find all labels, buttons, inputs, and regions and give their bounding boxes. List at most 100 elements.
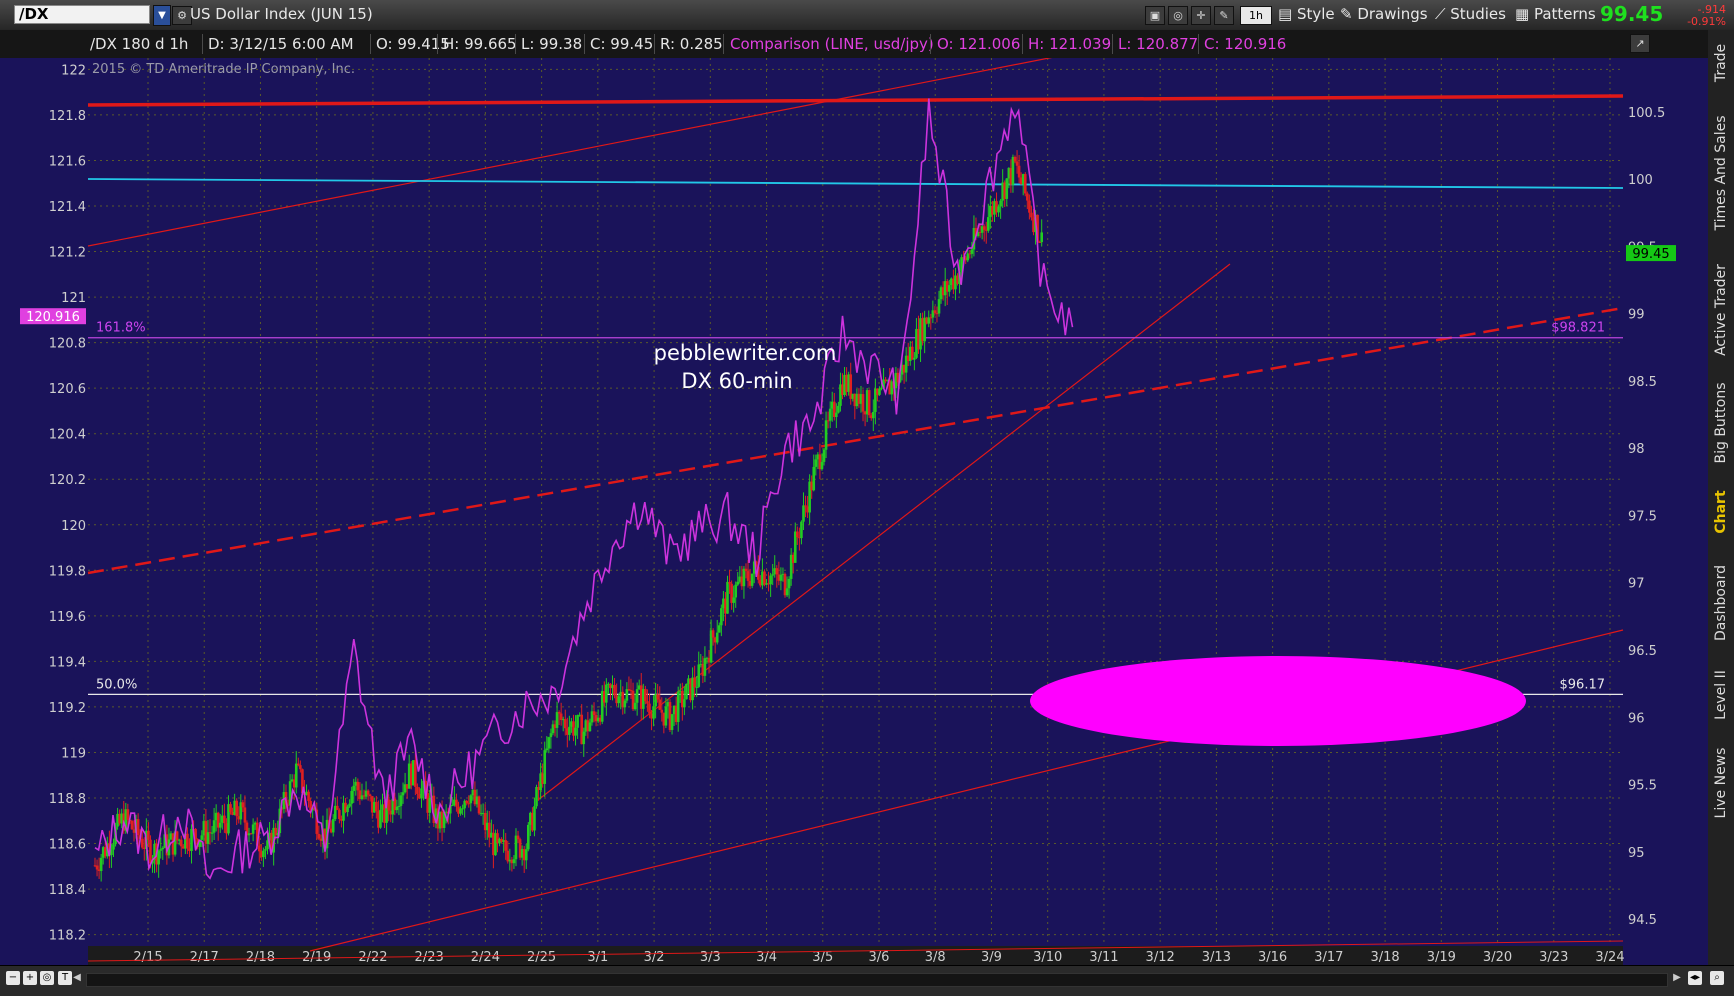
candle-body [401,792,405,796]
candle-body [588,722,592,732]
candle-body [658,699,662,710]
style-menu[interactable]: ▤ Style [1278,4,1335,24]
right-tick-label: 96.5 [1628,644,1657,659]
scroll-left-icon[interactable]: ◀ [70,971,84,985]
x-tick-label: 3/11 [1089,950,1118,965]
candle-body [726,581,729,614]
sidebar-tab-chart[interactable]: Chart [1708,482,1734,542]
candle-body [711,630,715,638]
comparison-label[interactable]: Comparison (LINE, usd/jpy) [730,34,934,54]
search-icon[interactable]: ⌕ [1710,971,1724,985]
candle-body [947,285,951,292]
candle-body [356,781,360,791]
candle-body [779,574,783,581]
candle-body [416,786,419,794]
period-button[interactable]: 1h [1240,6,1272,25]
zoom-range-icon[interactable]: ◂▸ [1688,971,1702,985]
x-tick-label: 3/23 [1539,950,1568,965]
separator [654,34,655,54]
candle-body [746,571,750,581]
bottom-toolbar: − + ◎ T ◀ ▶ ◂▸ ⌕ [0,965,1734,996]
candle-body [251,824,255,834]
candle-body [728,581,731,584]
separator [1198,34,1199,54]
last-price: 99.45 [1600,2,1664,26]
comparison-high: H: 121.039 [1028,35,1112,53]
target-ellipse[interactable] [1030,656,1526,746]
candle-body [368,794,372,797]
left-tick-label: 118.4 [49,883,86,898]
globe-icon[interactable]: ◎ [1168,6,1188,25]
candle-body [769,575,772,585]
pencil-icon: ✎ [1340,5,1358,23]
x-tick-label: 2/15 [133,950,162,965]
expand-icon[interactable]: ↗ [1630,34,1650,53]
x-tick-label: 3/10 [1033,950,1062,965]
symbol-dropdown-icon[interactable]: ▼ [153,5,171,26]
x-tick-label: 3/12 [1146,950,1175,965]
candle-body [130,820,134,830]
candle-body [814,459,818,467]
patterns-menu[interactable]: ▦ Patterns [1515,4,1596,24]
annotation-line-1: pebblewriter.com [654,341,837,365]
candle-body [703,658,707,676]
candle-body [693,677,696,688]
price-chart[interactable]: 2/152/172/182/192/222/232/242/253/13/23/… [0,58,1708,965]
quote-open: O: 99.415 [376,35,450,53]
studies-menu[interactable]: ⟋ Studies [1435,4,1506,24]
candle-body [800,521,803,539]
candle-body [1026,193,1029,201]
sidebar-tab-times-and-sales[interactable]: Times And Sales [1708,100,1734,245]
comparison-open: O: 121.006 [937,35,1021,53]
sidebar-tab-active-trader[interactable]: Active Trader [1708,255,1734,365]
left-tick-label: 119 [61,746,86,761]
candle-body [742,568,746,587]
candle-body [547,737,551,749]
comparison-price-marker: 120.916 [20,308,86,325]
zoom-in-icon[interactable]: + [23,971,37,985]
horizontal-scrollbar[interactable] [86,973,1668,987]
candle-body [543,750,547,784]
chart-window: /DX ▼ ⚙ US Dollar Index (JUN 15) ▣ ◎ ✛ ✎… [0,0,1734,996]
zoom-fit-icon[interactable]: ◎ [40,971,54,985]
sidebar-tab-level-ii[interactable]: Level II [1708,660,1734,730]
link-icon[interactable]: ⚙ [172,6,192,25]
camera-icon[interactable]: ▣ [1145,6,1165,25]
right-tick-label: 95.5 [1628,779,1657,794]
chart-spec[interactable]: /DX 180 d 1h [90,34,188,54]
candle-body [804,505,807,507]
right-tick-label: 100 [1628,173,1653,188]
left-tick-label: 121.2 [49,246,86,261]
candle-body [338,809,341,819]
fib-50-price: $96.17 [1560,677,1606,692]
symbol-input[interactable]: /DX [14,5,150,24]
separator [723,34,724,54]
quote-high: H: 99.665 [443,35,517,53]
sidebar-tab-live-news[interactable]: Live News [1708,740,1734,825]
sidebar-tab-big-buttons[interactable]: Big Buttons [1708,375,1734,470]
left-tick-label: 120.2 [49,473,86,488]
candle-body [467,803,471,805]
sidebar-tab-dashboard[interactable]: Dashboard [1708,555,1734,650]
left-axis-area [0,58,88,965]
candle-body [149,839,152,864]
candle-body [140,838,144,848]
candle-body [264,849,267,851]
scroll-right-icon[interactable]: ▶ [1670,971,1684,985]
crosshair-icon[interactable]: ✛ [1191,6,1211,25]
candle-body [623,700,627,708]
candle-body [175,831,179,841]
candle-body [999,200,1002,207]
right-tick-label: 100.5 [1628,106,1665,121]
sidebar-tab-trade[interactable]: Trade [1708,32,1734,94]
candle-body [1015,161,1019,166]
left-tick-label: 120.8 [49,337,86,352]
candle-body [695,686,698,688]
drawings-menu[interactable]: ✎ Drawings [1340,4,1428,24]
candle-body [867,390,871,416]
zoom-out-icon[interactable]: − [6,971,20,985]
candle-body [257,845,261,852]
wrench-icon[interactable]: ✎ [1214,6,1234,25]
left-tick-label: 119.6 [49,610,86,625]
left-tick-label: 120.4 [49,428,86,443]
